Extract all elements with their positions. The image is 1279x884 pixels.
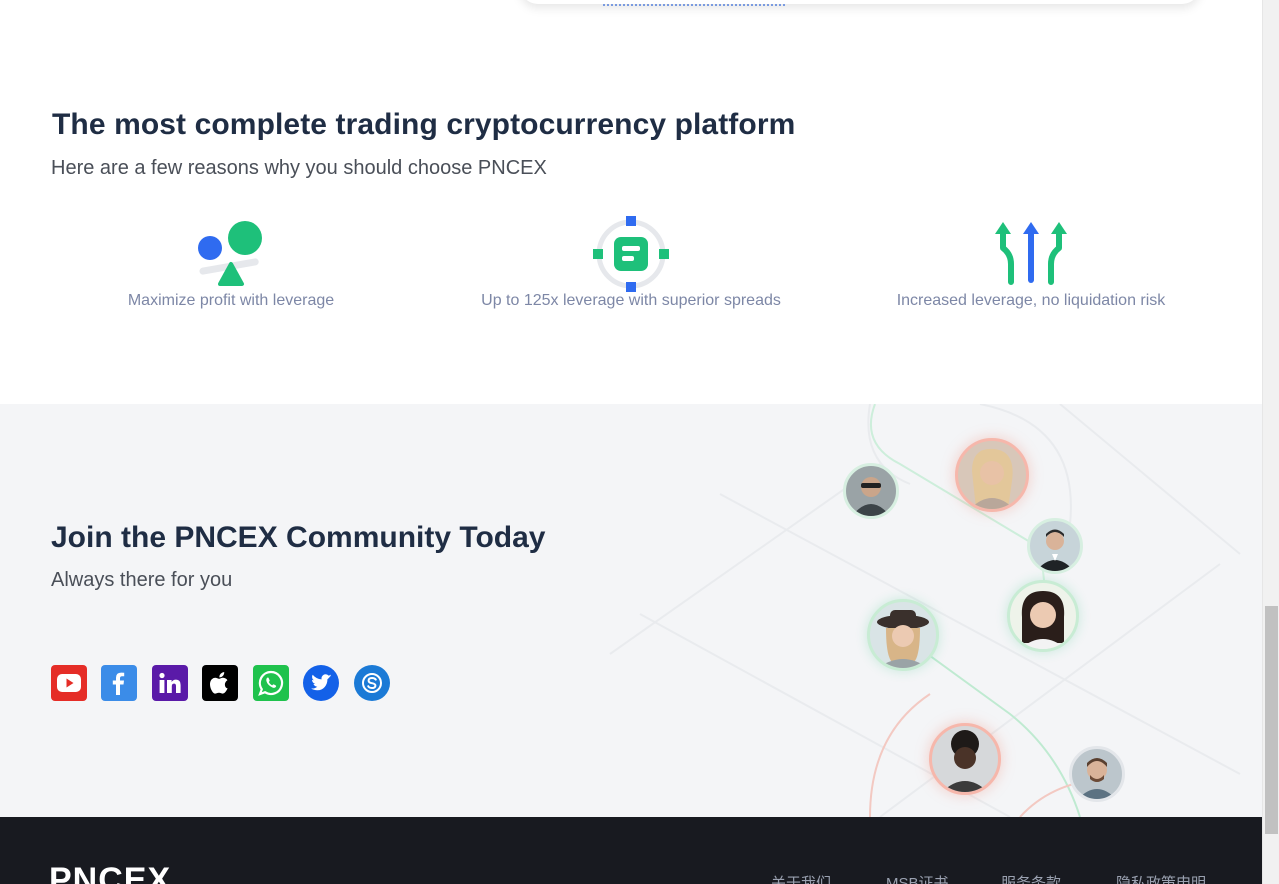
youtube-icon bbox=[57, 674, 81, 692]
skype-icon bbox=[362, 673, 382, 693]
community-section: Join the PNCEX Community Today Always th… bbox=[0, 404, 1262, 817]
features-section: The most complete trading cryptocurrency… bbox=[0, 0, 1262, 404]
whatsapp-link[interactable] bbox=[253, 665, 289, 701]
feature-label: Maximize profit with leverage bbox=[127, 292, 335, 309]
community-title: Join the PNCEX Community Today bbox=[51, 521, 546, 554]
twitter-link[interactable] bbox=[303, 665, 339, 701]
member-avatar bbox=[1027, 518, 1083, 574]
feature-item-leverage: Maximize profit with leverage bbox=[31, 214, 431, 310]
linkedin-icon bbox=[159, 672, 181, 693]
youtube-link[interactable] bbox=[51, 665, 87, 701]
community-subtitle: Always there for you bbox=[51, 569, 233, 591]
member-avatar bbox=[843, 463, 899, 519]
apple-icon bbox=[210, 672, 228, 694]
rising-arrows-icon bbox=[995, 222, 1067, 285]
footer-logo[interactable]: PNCEX bbox=[49, 861, 171, 884]
features-subtitle: Here are a few reasons why you should ch… bbox=[51, 157, 547, 179]
leverage-balance-icon bbox=[198, 221, 262, 286]
member-avatar bbox=[955, 438, 1029, 512]
member-avatar bbox=[1007, 580, 1079, 652]
member-avatar bbox=[1069, 746, 1125, 802]
target-spread-icon bbox=[593, 216, 669, 292]
whatsapp-icon bbox=[258, 670, 284, 696]
footer-link-terms[interactable]: 服务条款 bbox=[1001, 872, 1061, 884]
footer-link-about[interactable]: 关于我们 bbox=[771, 872, 831, 884]
apple-link[interactable] bbox=[202, 665, 238, 701]
member-avatar bbox=[929, 723, 1001, 795]
page: The most complete trading cryptocurrency… bbox=[0, 0, 1262, 884]
features-title: The most complete trading cryptocurrency… bbox=[52, 108, 796, 141]
twitter-icon bbox=[311, 674, 332, 691]
feature-label: Increased leverage, no liquidation risk bbox=[896, 292, 1166, 309]
facebook-icon bbox=[112, 672, 125, 695]
scrollbar-thumb[interactable] bbox=[1265, 606, 1278, 834]
feature-label: Up to 125x leverage with superior spread… bbox=[481, 292, 781, 309]
dotted-divider bbox=[603, 4, 785, 6]
facebook-link[interactable] bbox=[101, 665, 137, 701]
linkedin-link[interactable] bbox=[152, 665, 188, 701]
footer-link-msb[interactable]: MSB证书 bbox=[886, 872, 949, 884]
skype-link[interactable] bbox=[354, 665, 390, 701]
feature-item-spreads: Up to 125x leverage with superior spread… bbox=[431, 214, 831, 310]
member-avatar bbox=[867, 599, 939, 671]
page-scrollbar[interactable] bbox=[1262, 0, 1279, 884]
site-footer: PNCEX 关于我们 MSB证书 服务条款 隐私政策申明 bbox=[0, 817, 1262, 884]
footer-link-privacy[interactable]: 隐私政策申明 bbox=[1116, 872, 1206, 884]
feature-item-liquidation: Increased leverage, no liquidation risk bbox=[831, 214, 1231, 310]
